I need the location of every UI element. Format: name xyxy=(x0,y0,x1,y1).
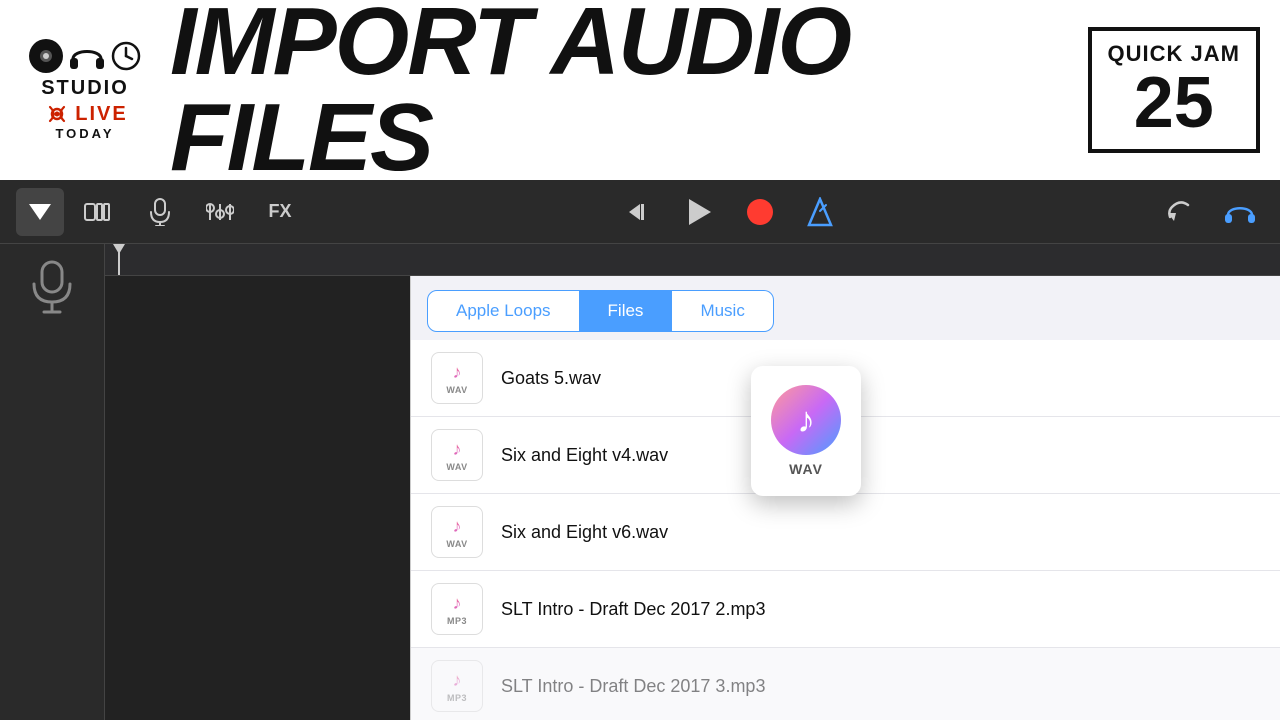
tab-bar: Apple Loops Files Music xyxy=(411,276,1280,332)
tab-apple-loops[interactable]: Apple Loops xyxy=(427,290,580,332)
main-area: |1 |2 |3 |4 |5 |6 |7 Apple Loops xyxy=(0,244,1280,720)
logo-area: STUDIO LIVE TODAY xyxy=(20,39,150,141)
record-icon xyxy=(746,198,774,226)
sidebar-mic-icon xyxy=(30,260,74,316)
undo-icon xyxy=(1166,199,1194,225)
timeline-area: |1 |2 |3 |4 |5 |6 |7 Apple Loops xyxy=(105,244,1280,720)
music-note-icon: ♪ xyxy=(453,670,462,691)
tab-files[interactable]: Files xyxy=(580,290,673,332)
file-icon-wav: ♪ WAV xyxy=(431,506,483,558)
metronome-button[interactable] xyxy=(796,188,844,236)
file-type-label: WAV xyxy=(446,385,467,395)
undo-button[interactable] xyxy=(1156,188,1204,236)
file-type-label: MP3 xyxy=(447,693,467,703)
timeline-ruler: |1 |2 |3 |4 |5 |6 |7 xyxy=(105,244,1280,276)
mixer-button[interactable] xyxy=(196,188,244,236)
ruler-marks: |1 |2 |3 |4 |5 |6 |7 xyxy=(113,273,1272,275)
today-label: TODAY xyxy=(55,126,114,141)
file-type-label: MP3 xyxy=(447,616,467,626)
headphones-button[interactable] xyxy=(1216,188,1264,236)
file-item[interactable]: ♪ MP3 SLT Intro - Draft Dec 2017 2.mp3 xyxy=(411,571,1280,648)
music-note-icon: ♪ xyxy=(453,593,462,614)
dropdown-button[interactable] xyxy=(16,188,64,236)
quick-jam-badge: QUICK JAM 25 xyxy=(1088,27,1260,153)
headphone-monitor-icon xyxy=(1225,199,1255,225)
rewind-icon xyxy=(627,200,653,224)
studio-label: STUDIO xyxy=(41,77,129,100)
music-note-icon: ♪ xyxy=(453,439,462,460)
disc-icon xyxy=(29,39,63,73)
mic-button[interactable] xyxy=(136,188,184,236)
music-note-icon: ♪ xyxy=(453,362,462,383)
file-icon-mp3: ♪ MP3 xyxy=(431,583,483,635)
file-type-label: WAV xyxy=(446,462,467,472)
file-name: Goats 5.wav xyxy=(501,368,601,389)
floating-music-icon xyxy=(771,385,841,455)
record-button[interactable] xyxy=(736,188,784,236)
file-type-label: WAV xyxy=(446,539,467,549)
file-icon-mp3: ♪ MP3 xyxy=(431,660,483,712)
music-note-icon: ♪ xyxy=(453,516,462,537)
file-name: Six and Eight v4.wav xyxy=(501,445,668,466)
tab-music[interactable]: Music xyxy=(672,290,773,332)
headphones-icon xyxy=(69,41,105,71)
dropdown-arrow-icon xyxy=(29,204,51,220)
fx-label: FX xyxy=(268,201,291,222)
fx-button[interactable]: FX xyxy=(256,188,304,236)
rewind-button[interactable] xyxy=(616,188,664,236)
mic-icon xyxy=(149,198,171,226)
file-browser: Apple Loops Files Music ♪ WAV xyxy=(410,276,1280,720)
file-name: Six and Eight v6.wav xyxy=(501,522,668,543)
floating-wav-preview: WAV xyxy=(751,366,861,496)
live-label: LIVE xyxy=(75,103,127,126)
header: STUDIO LIVE TODAY Import Audio Files QUI… xyxy=(0,0,1280,180)
page-title: Import Audio Files xyxy=(150,0,1088,186)
arrange-icon xyxy=(83,200,117,224)
file-item[interactable]: ♪ WAV Six and Eight v6.wav xyxy=(411,494,1280,571)
metronome-icon xyxy=(807,197,833,227)
file-icon-wav: ♪ WAV xyxy=(431,352,483,404)
playhead xyxy=(113,244,125,276)
live-area: LIVE xyxy=(42,102,127,126)
file-icon-wav: ♪ WAV xyxy=(431,429,483,481)
mixer-icon xyxy=(206,200,234,224)
sidebar xyxy=(0,244,105,720)
floating-wav-label: WAV xyxy=(789,461,823,477)
arrange-button[interactable] xyxy=(76,188,124,236)
quick-jam-number: 25 xyxy=(1108,67,1240,139)
broadcast-icon xyxy=(42,102,72,126)
play-icon xyxy=(689,199,711,225)
file-item[interactable]: ♪ MP3 SLT Intro - Draft Dec 2017 3.mp3 xyxy=(411,648,1280,720)
file-name: SLT Intro - Draft Dec 2017 2.mp3 xyxy=(501,599,765,620)
play-button[interactable] xyxy=(676,188,724,236)
clock-icon xyxy=(111,41,141,71)
file-name: SLT Intro - Draft Dec 2017 3.mp3 xyxy=(501,676,765,697)
